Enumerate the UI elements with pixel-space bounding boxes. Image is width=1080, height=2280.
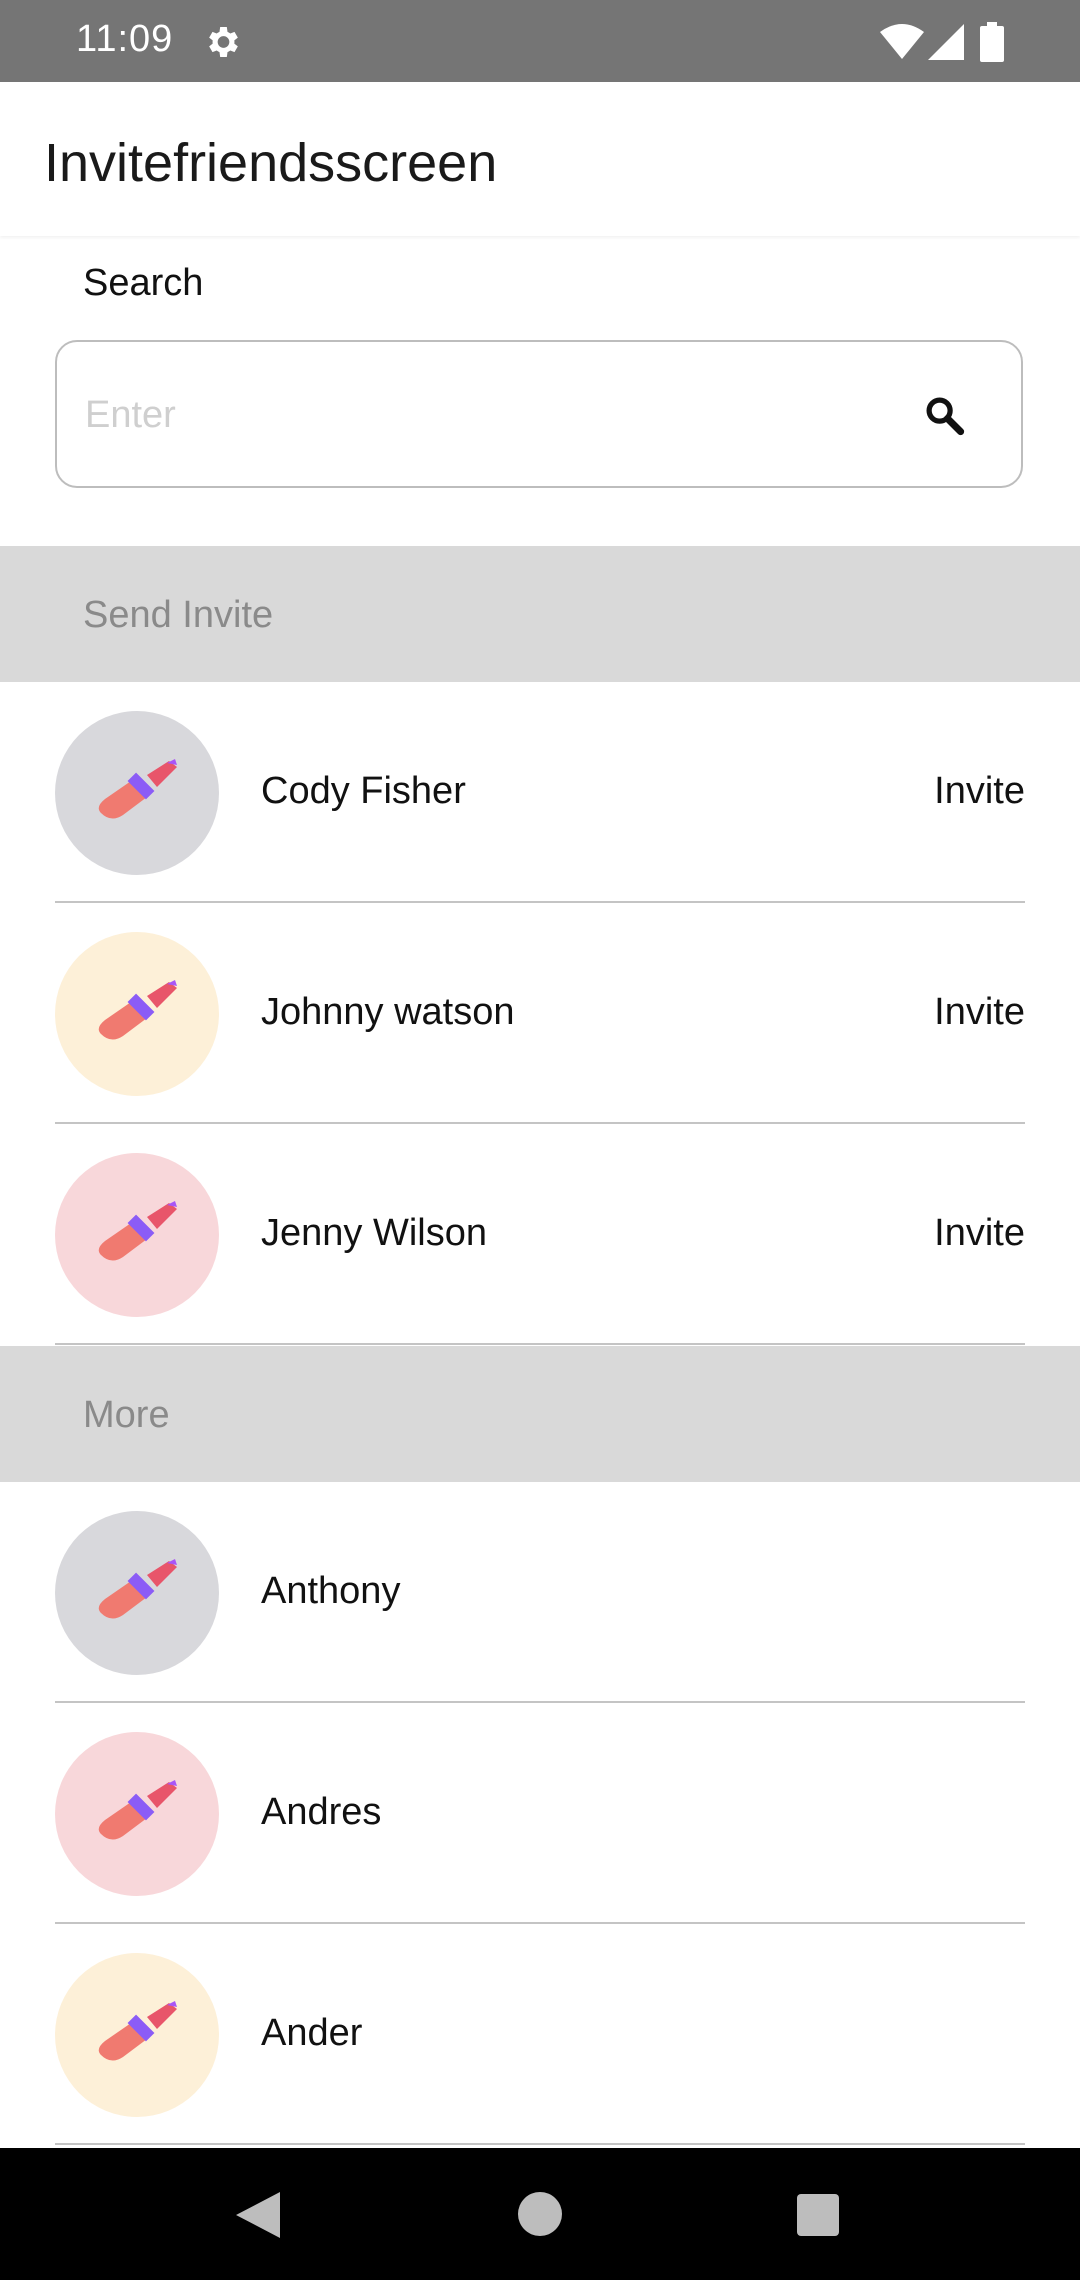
- avatar: [55, 932, 219, 1096]
- status-time: 11:09: [76, 18, 174, 60]
- lipstick-icon: [98, 759, 177, 819]
- section-title: More: [83, 1394, 170, 1436]
- lipstick-icon: [98, 980, 177, 1040]
- contact-row[interactable]: Andres: [0, 1703, 1080, 1924]
- lipstick-icon: [98, 2001, 177, 2061]
- wifi-icon: [880, 24, 924, 59]
- status-bar: 11:09: [0, 0, 1080, 82]
- back-icon[interactable]: [236, 2192, 280, 2238]
- battery-icon: [980, 22, 1004, 62]
- avatar: [55, 1732, 219, 1896]
- avatar: [55, 1153, 219, 1317]
- invite-button[interactable]: Invite: [934, 1212, 1025, 1255]
- section-header-send-invite: Send Invite: [0, 546, 1080, 682]
- contact-name: Anthony: [261, 1570, 401, 1612]
- recents-icon[interactable]: [797, 2194, 839, 2236]
- contact-name: Johnny watson: [261, 991, 515, 1033]
- contact-name: Andres: [261, 1791, 382, 1833]
- navigation-bar: [0, 2148, 1080, 2280]
- search-icon[interactable]: [923, 394, 965, 436]
- contact-row[interactable]: Johnny watson Invite: [0, 903, 1080, 1124]
- lipstick-icon: [98, 1201, 177, 1261]
- contact-row[interactable]: Cody Fisher Invite: [0, 682, 1080, 903]
- contact-name: Cody Fisher: [261, 770, 466, 812]
- search-label: Search: [83, 262, 204, 304]
- contact-row[interactable]: Jenny Wilson Invite: [0, 1124, 1080, 1345]
- contact-name: Ander: [261, 2012, 363, 2054]
- section-title: Send Invite: [83, 594, 274, 636]
- lipstick-icon: [98, 1559, 177, 1619]
- contact-row[interactable]: Ander: [0, 1924, 1080, 2145]
- gear-icon: [209, 27, 238, 57]
- avatar: [55, 1953, 219, 2117]
- lipstick-icon: [98, 1780, 177, 1840]
- avatar: [55, 1511, 219, 1675]
- invite-button[interactable]: Invite: [934, 770, 1025, 813]
- page-title: Invitefriendsscreen: [44, 133, 498, 193]
- signal-icon: [928, 24, 964, 60]
- invite-button[interactable]: Invite: [934, 991, 1025, 1034]
- section-header-more: More: [0, 1346, 1080, 1482]
- divider: [55, 2143, 1025, 2145]
- search-box: [55, 340, 1023, 488]
- home-icon[interactable]: [518, 2192, 562, 2236]
- contact-name: Jenny Wilson: [261, 1212, 487, 1254]
- app-bar: Invitefriendsscreen: [0, 82, 1080, 236]
- search-input[interactable]: [83, 342, 907, 488]
- contact-row[interactable]: Anthony: [0, 1482, 1080, 1703]
- avatar: [55, 711, 219, 875]
- divider: [55, 1343, 1025, 1345]
